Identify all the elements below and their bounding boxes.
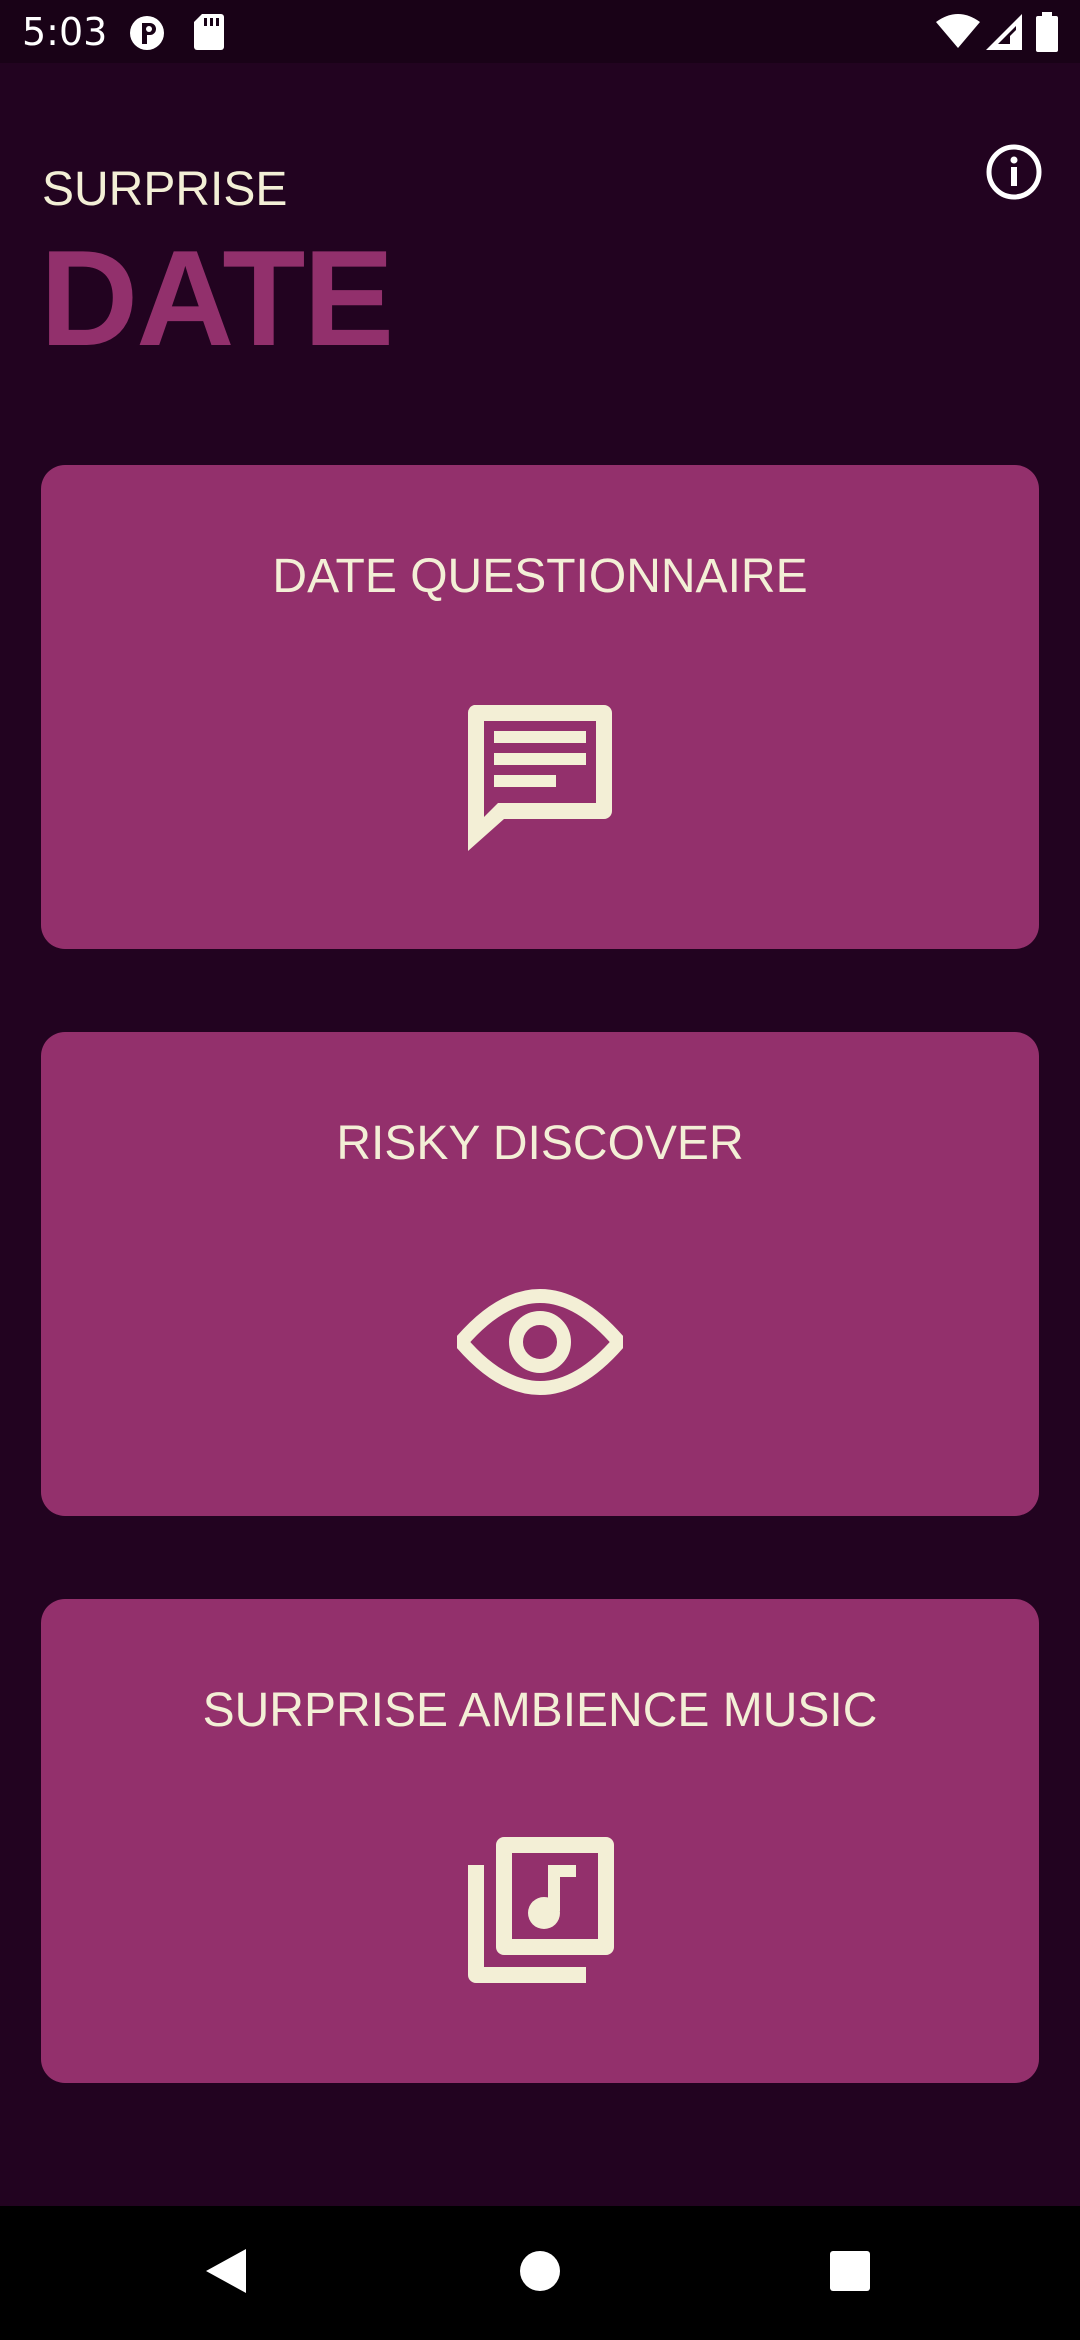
nav-recents-button[interactable] [760,2206,940,2340]
status-bar: 5:03 [0,0,1080,63]
nav-back-button[interactable] [136,2206,316,2340]
app-title: DATE [40,222,394,374]
card-date-questionnaire[interactable]: DATE QUESTIONNAIRE [41,465,1039,949]
card-risky-discover[interactable]: RISKY DISCOVER [41,1032,1039,1516]
info-icon [984,144,1044,206]
card-label: RISKY DISCOVER [336,1117,744,1170]
system-nav-bar [0,2206,1080,2340]
cell-signal-icon [986,14,1022,55]
sd-card-icon [194,14,224,55]
back-icon [204,2247,248,2300]
app-screen: 5:03 SURPRISE DATE DATE QUESTIONNAIRE RI… [0,0,1080,2340]
card-label: DATE QUESTIONNAIRE [272,550,808,603]
status-time: 5:03 [22,10,108,54]
chat-message-icon [464,701,616,858]
eye-icon [451,1284,629,1405]
wifi-icon [936,14,980,55]
home-icon [518,2249,562,2298]
vpn-key-icon [128,14,166,57]
info-button[interactable] [984,142,1044,202]
battery-icon [1036,12,1058,57]
app-subtitle: SURPRISE [42,163,288,216]
card-label: SURPRISE AMBIENCE MUSIC [202,1684,878,1737]
recents-icon [828,2249,872,2298]
nav-home-button[interactable] [450,2206,630,2340]
card-surprise-ambience-music[interactable]: SURPRISE AMBIENCE MUSIC [41,1599,1039,2083]
music-library-icon [464,1835,616,1992]
